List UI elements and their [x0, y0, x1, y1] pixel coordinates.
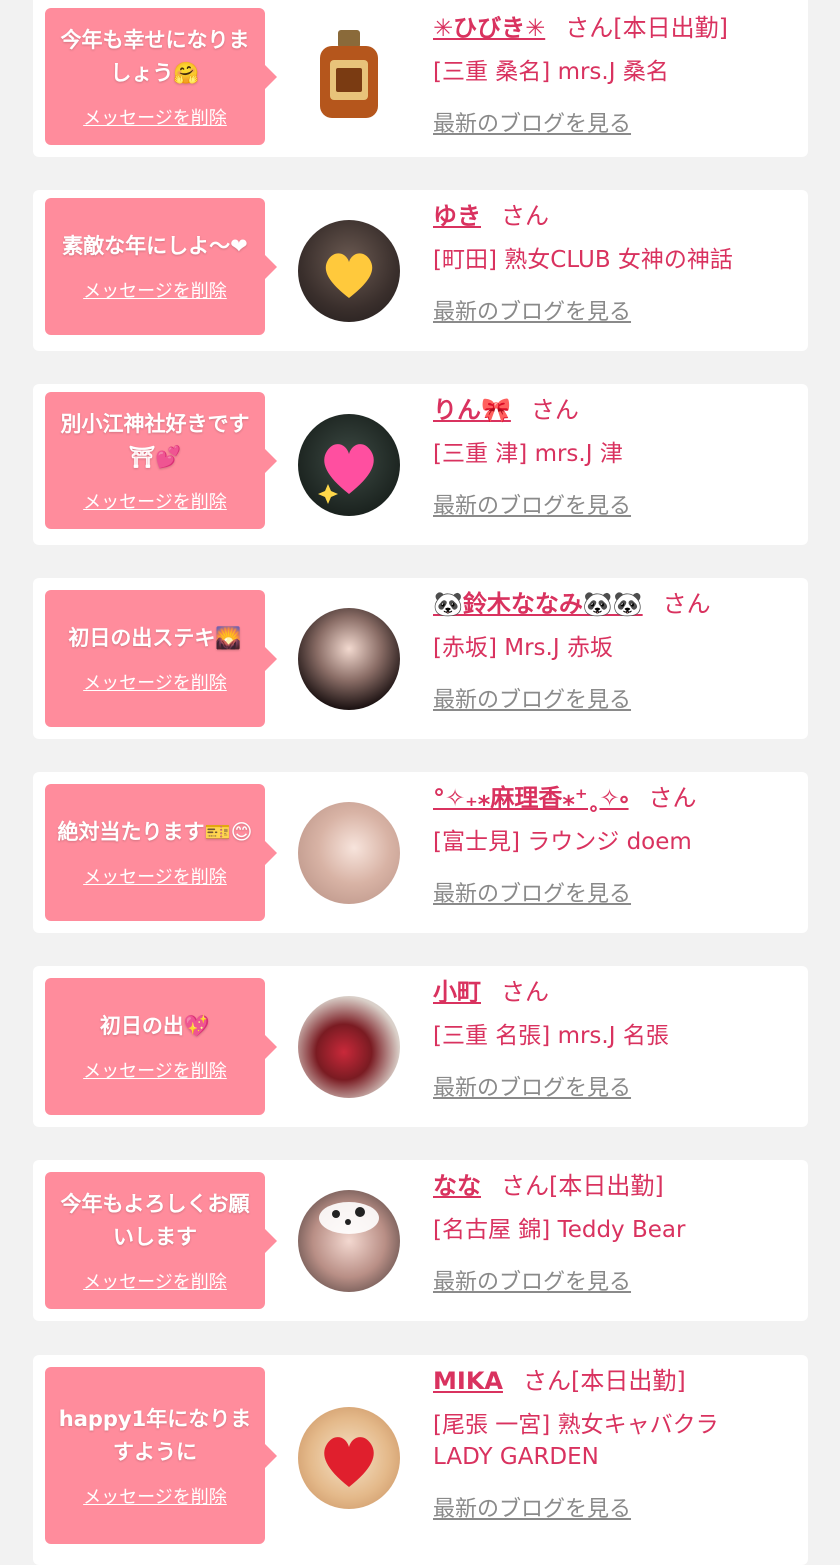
message-text: 今年も幸せになりましょう🤗 — [60, 27, 250, 85]
name-suffix: さん — [662, 590, 711, 618]
delete-message-link[interactable]: メッセージを削除 — [83, 277, 227, 303]
message-bubble: 絶対当たります🎫😊 メッセージを削除 — [45, 784, 277, 921]
latest-blog-link[interactable]: 最新のブログを見る — [433, 488, 631, 520]
profile-info: りん🎀 さん [三重 津] mrs.J 津 最新のブログを見る — [433, 392, 796, 520]
name-line: なな さん[本日出勤] — [433, 1168, 796, 1204]
avatar[interactable] — [298, 24, 400, 126]
message-bubble: 初日の出💖 メッセージを削除 — [45, 978, 277, 1115]
message-text: happy1年になりますように — [58, 1406, 252, 1464]
message-text: 初日の出💖 — [99, 1014, 211, 1038]
avatar[interactable] — [298, 1190, 400, 1292]
avatar[interactable] — [298, 220, 400, 322]
message-card: happy1年になりますように メッセージを削除 MIKA さん[本日出勤] [尾… — [33, 1355, 808, 1565]
name-line: ゆき さん — [433, 198, 796, 234]
name-line: 🐼鈴木ななみ🐼🐼 さん — [433, 586, 796, 622]
dog-filter-icon — [319, 1202, 379, 1234]
name-suffix: さん — [501, 978, 549, 1006]
profile-info: 小町 さん [三重 名張] mrs.J 名張 最新のブログを見る — [433, 974, 796, 1102]
name-line: °✧₊⁎麻理香⁎⁺˳✧༚ さん — [433, 780, 796, 816]
shop-info: [町田] 熟女CLUB 女神の神話 — [433, 247, 733, 273]
delete-message-link[interactable]: メッセージを削除 — [83, 1268, 227, 1294]
latest-blog-link[interactable]: 最新のブログを見る — [433, 1264, 631, 1296]
delete-message-link[interactable]: メッセージを削除 — [83, 669, 227, 695]
profile-name-link[interactable]: ゆき — [433, 202, 481, 230]
profile-name-link[interactable]: なな — [433, 1172, 481, 1200]
name-suffix: さん[本日出勤] — [501, 1172, 664, 1200]
shop-info: [三重 桑名] mrs.J 桑名 — [433, 59, 669, 85]
latest-blog-link[interactable]: 最新のブログを見る — [433, 876, 631, 908]
message-text: 絶対当たります🎫😊 — [57, 820, 253, 844]
message-text: 今年もよろしくお願いします — [60, 1191, 250, 1249]
profile-name-link[interactable]: 🐼鈴木ななみ🐼🐼 — [433, 590, 643, 618]
delete-message-link[interactable]: メッセージを削除 — [83, 863, 227, 889]
message-bubble: happy1年になりますように メッセージを削除 — [45, 1367, 277, 1544]
avatar[interactable] — [298, 608, 400, 710]
message-text: 素敵な年にしよ〜❤ — [62, 234, 248, 258]
profile-info: °✧₊⁎麻理香⁎⁺˳✧༚ さん [富士見] ラウンジ doem 最新のブログを見る — [433, 780, 796, 908]
message-bubble: 別小江神社好きです⛩💕 メッセージを削除 — [45, 392, 277, 529]
message-bubble: 素敵な年にしよ〜❤ メッセージを削除 — [45, 198, 277, 335]
message-card: 初日の出ステキ🌄 メッセージを削除 🐼鈴木ななみ🐼🐼 さん [赤坂] Mrs.J … — [33, 578, 808, 739]
profile-name-link[interactable]: ✳︎ひびき✳︎ — [433, 14, 545, 42]
shop-info: [赤坂] Mrs.J 赤坂 — [433, 635, 613, 661]
profile-name-link[interactable]: 小町 — [433, 978, 481, 1006]
avatar[interactable] — [298, 802, 400, 904]
message-card: 今年もよろしくお願いします メッセージを削除 なな さん[本日出勤] [名古屋 錦… — [33, 1160, 808, 1321]
profile-name-link[interactable]: りん🎀 — [433, 396, 511, 424]
name-suffix: さん[本日出勤] — [565, 14, 728, 42]
delete-message-link[interactable]: メッセージを削除 — [83, 104, 227, 130]
latest-blog-link[interactable]: 最新のブログを見る — [433, 1070, 631, 1102]
name-line: MIKA さん[本日出勤] — [433, 1363, 796, 1399]
sparkling-heart-icon — [318, 444, 374, 504]
message-bubble: 今年も幸せになりましょう🤗 メッセージを削除 — [45, 8, 277, 145]
shop-info: [名古屋 錦] Teddy Bear — [433, 1217, 686, 1243]
delete-message-link[interactable]: メッセージを削除 — [83, 488, 227, 514]
message-card: 絶対当たります🎫😊 メッセージを削除 °✧₊⁎麻理香⁎⁺˳✧༚ さん [富士見] … — [33, 772, 808, 933]
heart-sticker-icon — [325, 253, 373, 298]
shop-info: [三重 津] mrs.J 津 — [433, 441, 623, 467]
profile-name-link[interactable]: MIKA — [433, 1367, 503, 1395]
message-card: 別小江神社好きです⛩💕 メッセージを削除 りん🎀 さん [三重 津] mrs.J … — [33, 384, 808, 545]
shop-info: [尾張 一宮] 熟女キャバクラ LADY GARDEN — [433, 1412, 719, 1470]
message-bubble: 初日の出ステキ🌄 メッセージを削除 — [45, 590, 277, 727]
name-line: ✳︎ひびき✳︎ さん[本日出勤] — [433, 10, 796, 46]
latest-blog-link[interactable]: 最新のブログを見る — [433, 682, 631, 714]
latest-blog-link[interactable]: 最新のブログを見る — [433, 106, 631, 138]
name-line: りん🎀 さん — [433, 392, 796, 428]
profile-info: MIKA さん[本日出勤] [尾張 一宮] 熟女キャバクラ LADY GARDEN… — [433, 1363, 796, 1523]
profile-info: ✳︎ひびき✳︎ さん[本日出勤] [三重 桑名] mrs.J 桑名 最新のブログを… — [433, 10, 796, 138]
latest-blog-link[interactable]: 最新のブログを見る — [433, 1491, 631, 1523]
name-suffix: さん — [501, 202, 549, 230]
latest-blog-link[interactable]: 最新のブログを見る — [433, 294, 631, 326]
avatar[interactable] — [298, 414, 400, 516]
delete-message-link[interactable]: メッセージを削除 — [83, 1057, 227, 1083]
name-suffix: さん — [648, 784, 697, 812]
avatar[interactable] — [298, 1407, 400, 1509]
profile-info: なな さん[本日出勤] [名古屋 錦] Teddy Bear 最新のブログを見る — [433, 1168, 796, 1296]
whisky-bottle-image — [320, 30, 378, 118]
shop-info: [三重 名張] mrs.J 名張 — [433, 1023, 669, 1049]
name-line: 小町 さん — [433, 974, 796, 1010]
name-suffix: さん[本日出勤] — [522, 1367, 686, 1395]
message-text: 初日の出ステキ🌄 — [68, 626, 242, 650]
name-suffix: さん — [530, 396, 579, 424]
profile-info: 🐼鈴木ななみ🐼🐼 さん [赤坂] Mrs.J 赤坂 最新のブログを見る — [433, 586, 796, 714]
message-card: 素敵な年にしよ〜❤ メッセージを削除 ゆき さん [町田] 熟女CLUB 女神の神… — [33, 190, 808, 351]
delete-message-link[interactable]: メッセージを削除 — [83, 1483, 227, 1509]
message-bubble: 今年もよろしくお願いします メッセージを削除 — [45, 1172, 277, 1309]
profile-name-link[interactable]: °✧₊⁎麻理香⁎⁺˳✧༚ — [433, 784, 629, 812]
heart-sticker-icon — [324, 1437, 374, 1487]
shop-info: [富士見] ラウンジ doem — [433, 829, 692, 855]
message-card: 初日の出💖 メッセージを削除 小町 さん [三重 名張] mrs.J 名張 最新の… — [33, 966, 808, 1127]
avatar[interactable] — [298, 996, 400, 1098]
message-text: 別小江神社好きです⛩💕 — [60, 411, 250, 469]
profile-info: ゆき さん [町田] 熟女CLUB 女神の神話 最新のブログを見る — [433, 198, 796, 326]
message-card: 今年も幸せになりましょう🤗 メッセージを削除 ✳︎ひびき✳︎ さん[本日出勤] [… — [33, 0, 808, 157]
